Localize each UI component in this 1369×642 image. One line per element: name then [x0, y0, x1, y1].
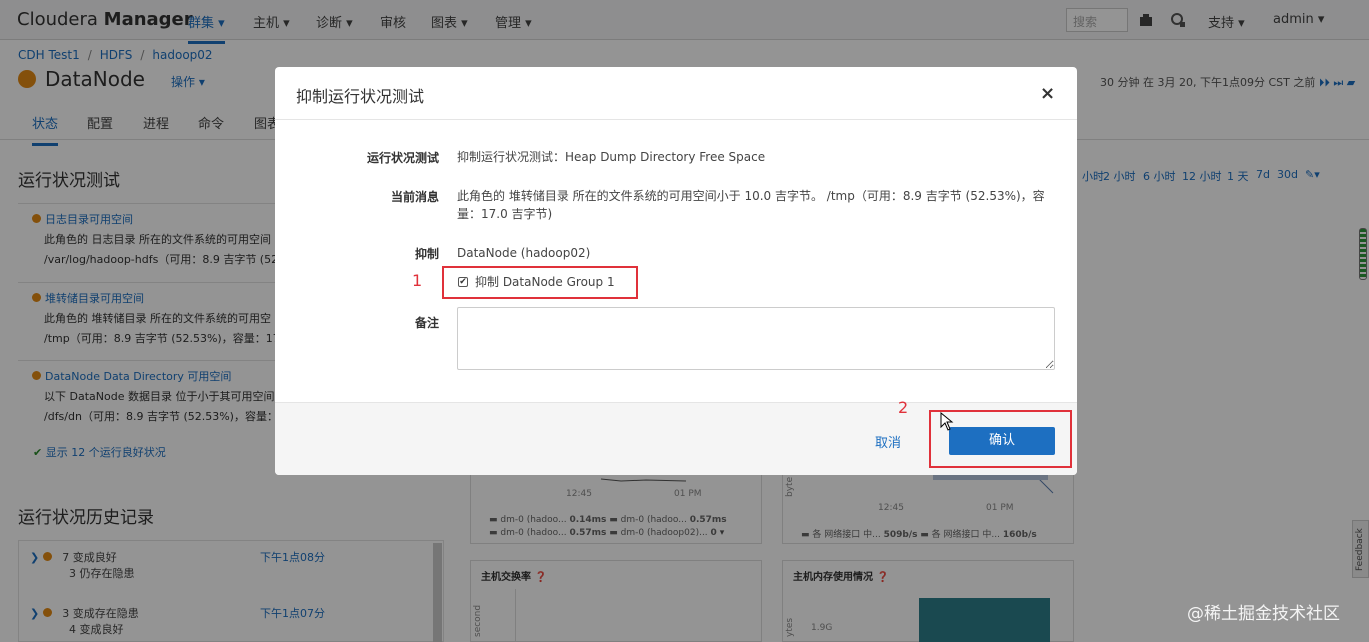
dialog-title: 抑制运行状况测试	[296, 87, 425, 106]
step-1-label: 1	[412, 271, 423, 290]
notes-label: 备注	[414, 316, 439, 330]
suppress-label: 抑制	[414, 247, 439, 261]
suppress-role-value: DataNode (hadoop02)	[457, 246, 591, 260]
close-icon[interactable]: ×	[1040, 83, 1055, 104]
watermark: @稀土掘金技术社区	[1187, 604, 1340, 624]
current-message-line: 此角色的 堆转储目录 所在的文件系统的可用空间小于 10.0 吉字节。 /tmp…	[457, 189, 1045, 203]
cancel-button[interactable]: 取消	[875, 432, 901, 451]
current-message-line: 量：17.0 吉字节)	[457, 207, 553, 221]
mouse-cursor-icon	[940, 412, 954, 431]
notes-textarea[interactable]	[457, 307, 1055, 370]
dialog-header: 抑制运行状况测试 ×	[275, 67, 1077, 120]
highlight-checkbox-box	[442, 266, 638, 299]
step-2-label: 2	[898, 398, 909, 417]
health-test-value: 抑制运行状况测试：Heap Dump Directory Free Space	[457, 150, 766, 164]
current-message-label: 当前消息	[390, 190, 439, 204]
health-test-label: 运行状况测试	[366, 151, 439, 165]
